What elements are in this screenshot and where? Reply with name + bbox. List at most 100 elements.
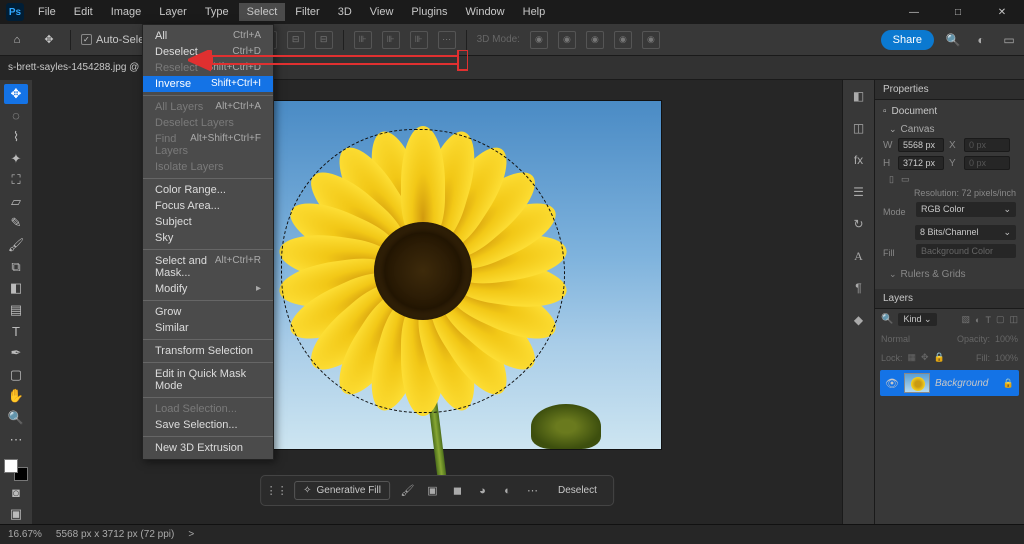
search-icon[interactable]: 🔍 [944,31,962,49]
adjustments-panel-icon[interactable]: fx [849,150,869,170]
filter-icon[interactable]: 🔍 [881,314,893,325]
menu-select[interactable]: Select [239,3,286,21]
deselect-button[interactable]: Deselect [550,482,605,499]
menu-item-similar[interactable]: Similar [143,320,273,336]
filter-type-icon[interactable]: T [985,315,991,325]
menu-item-select-and-mask-[interactable]: Select and Mask...Alt+Ctrl+R [143,253,273,281]
stamp-tool[interactable]: ⧉ [4,257,28,277]
menu-filter[interactable]: Filter [287,3,327,21]
layer-row-background[interactable]: 👁 Background 🔒 [880,370,1019,396]
status-chevron-icon[interactable]: > [188,529,194,540]
maximize-button[interactable]: □ [936,0,980,24]
align-icon[interactable]: ⊟ [315,31,333,49]
menu-item-grow[interactable]: Grow [143,304,273,320]
lock-icon[interactable]: 🔒 [934,352,945,363]
eyedropper-tool[interactable]: ✎ [4,214,28,234]
filter-adj-icon[interactable]: ◐ [975,315,980,325]
filter-pixel-icon[interactable]: ▧ [962,314,971,325]
align-icon[interactable]: ⊟ [287,31,305,49]
menu-item-transform-selection[interactable]: Transform Selection [143,343,273,359]
subtract-icon[interactable]: ▣ [425,483,440,498]
more-icon[interactable]: ⋯ [525,483,540,498]
menu-item-subject[interactable]: Subject [143,214,273,230]
menu-window[interactable]: Window [458,3,513,21]
menu-item-deselect[interactable]: DeselectCtrl+D [143,44,273,60]
color-mode-dropdown[interactable]: RGB Color⌄ [916,202,1016,217]
history-panel-icon[interactable]: ↻ [849,214,869,234]
pen-tool[interactable]: ✒ [4,343,28,363]
landscape-icon[interactable]: ▭ [901,174,910,185]
menu-item-edit-in-quick-mask-mode[interactable]: Edit in Quick Mask Mode [143,366,273,394]
mask-icon[interactable]: ◼ [450,483,465,498]
fill-opacity-input[interactable]: 100% [995,353,1018,363]
fill-dropdown[interactable]: Background Color [916,244,1016,258]
workspace-icon[interactable]: ▭ [1000,31,1018,49]
menu-image[interactable]: Image [103,3,150,21]
menu-type[interactable]: Type [197,3,237,21]
menu-item-inverse[interactable]: InverseShift+Ctrl+I [143,76,273,92]
menu-item-new-3d-extrusion[interactable]: New 3D Extrusion [143,440,273,456]
lock-pos-icon[interactable]: ✥ [921,352,929,363]
para-panel-icon[interactable]: ¶ [849,278,869,298]
shape-tool[interactable]: ▢ [4,365,28,385]
opacity-input[interactable]: 100% [995,334,1018,344]
menu-plugins[interactable]: Plugins [403,3,455,21]
menu-item-all[interactable]: AllCtrl+A [143,28,273,44]
fill-icon[interactable]: ◕ [475,483,490,498]
layer-thumbnail[interactable] [904,373,930,393]
move-tool-icon[interactable]: ✥ [38,29,60,51]
drag-handle-icon[interactable]: ⋮⋮ [269,483,284,498]
generative-fill-button[interactable]: ✧Generative Fill [294,481,390,500]
height-input[interactable]: 3712 px [898,156,944,170]
filter-shape-icon[interactable]: ▢ [996,314,1005,325]
zoom-readout[interactable]: 16.67% [8,529,42,540]
quickmask-toggle[interactable]: ◙ [4,483,28,503]
menu-view[interactable]: View [362,3,402,21]
distribute-icon[interactable]: ⊪ [410,31,428,49]
screenmode-toggle[interactable]: ▣ [4,504,28,524]
crop-tool[interactable]: ⛶ [4,170,28,190]
menu-item-sky[interactable]: Sky [143,230,273,246]
help-icon[interactable]: ◐ [972,31,990,49]
move-tool[interactable]: ✥ [4,84,28,104]
color-swatches[interactable] [4,459,28,480]
adjust-icon[interactable]: ◐ [500,483,515,498]
hand-tool[interactable]: ✋ [4,387,28,407]
filter-smart-icon[interactable]: ◫ [1009,314,1018,325]
filter-kind-dropdown[interactable]: Kind ⌄ [898,313,936,326]
menu-item-save-selection-[interactable]: Save Selection... [143,417,273,433]
menu-help[interactable]: Help [515,3,554,21]
portrait-icon[interactable]: ▯ [889,174,894,185]
bit-depth-dropdown[interactable]: 8 Bits/Channel⌄ [915,225,1016,240]
type-tool[interactable]: T [4,322,28,342]
visibility-icon[interactable]: 👁 [885,377,899,390]
menu-3d[interactable]: 3D [330,3,360,21]
close-button[interactable]: ✕ [980,0,1024,24]
brush-icon[interactable]: 🖌 [400,483,415,498]
zoom-tool[interactable]: 🔍 [4,408,28,428]
lasso-tool[interactable]: ⌇ [4,127,28,147]
menu-edit[interactable]: Edit [66,3,101,21]
marquee-tool[interactable]: ◌ [4,106,28,126]
blend-mode-dropdown[interactable]: Normal [881,334,910,344]
properties-panel-tab[interactable]: Properties [875,80,1024,100]
swatches-panel-icon[interactable]: ◫ [849,118,869,138]
frame-tool[interactable]: ▱ [4,192,28,212]
menu-item-color-range-[interactable]: Color Range... [143,182,273,198]
document-dims-readout[interactable]: 5568 px x 3712 px (72 ppi) [56,529,174,540]
width-input[interactable]: 5568 px [898,138,944,152]
layers-panel-tab[interactable]: Layers [875,289,1024,309]
edit-toolbar[interactable]: ⋯ [4,430,28,450]
share-button[interactable]: Share [881,30,934,50]
gradient-tool[interactable]: ▤ [4,300,28,320]
eraser-tool[interactable]: ◧ [4,278,28,298]
glyphs-panel-icon[interactable]: ◆ [849,310,869,330]
menu-file[interactable]: File [30,3,64,21]
canvas-section-header[interactable]: Canvas [883,121,1016,138]
menu-item-focus-area-[interactable]: Focus Area... [143,198,273,214]
libraries-panel-icon[interactable]: ☰ [849,182,869,202]
more-icon[interactable]: ⋯ [438,31,456,49]
distribute-icon[interactable]: ⊪ [382,31,400,49]
minimize-button[interactable]: — [892,0,936,24]
menu-item-modify[interactable]: Modify▸ [143,281,273,297]
